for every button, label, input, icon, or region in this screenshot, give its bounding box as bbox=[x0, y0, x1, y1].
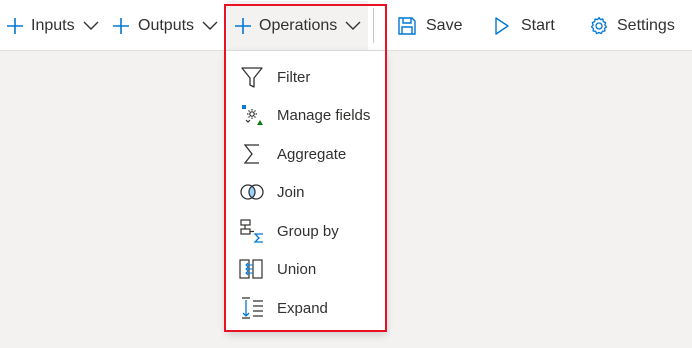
sigma-icon bbox=[239, 141, 265, 167]
menu-item-label: Aggregate bbox=[277, 145, 347, 163]
filter-icon bbox=[239, 64, 265, 90]
menu-item-manage-fields[interactable]: Manage fields bbox=[226, 96, 386, 134]
save-button[interactable]: Save bbox=[397, 0, 462, 51]
inputs-label: Inputs bbox=[31, 16, 75, 34]
join-icon bbox=[239, 179, 265, 205]
menu-item-label: Group by bbox=[277, 222, 339, 240]
chevron-down-icon bbox=[345, 21, 361, 31]
settings-button[interactable]: Settings bbox=[589, 0, 675, 51]
plus-icon bbox=[6, 17, 24, 35]
group-by-icon bbox=[239, 218, 265, 244]
inputs-button[interactable]: Inputs bbox=[0, 0, 99, 51]
menu-item-filter[interactable]: Filter bbox=[226, 58, 386, 96]
menu-item-aggregate[interactable]: Aggregate bbox=[226, 135, 386, 173]
menu-item-group-by[interactable]: Group by bbox=[226, 212, 386, 250]
plus-icon bbox=[112, 17, 130, 35]
toolbar: Inputs Outputs Operations Save Start Set… bbox=[0, 0, 692, 51]
chevron-down-icon bbox=[83, 21, 99, 31]
menu-item-label: Join bbox=[277, 183, 305, 201]
menu-item-label: Filter bbox=[277, 68, 311, 86]
save-icon bbox=[397, 16, 417, 36]
operations-dropdown-menu: Filter Manage fields Aggregate Join Grou… bbox=[226, 51, 386, 332]
start-label: Start bbox=[521, 16, 555, 34]
operations-button[interactable]: Operations bbox=[227, 1, 368, 50]
menu-item-label: Manage fields bbox=[277, 106, 371, 124]
outputs-button[interactable]: Outputs bbox=[112, 0, 218, 51]
play-icon bbox=[494, 16, 510, 36]
settings-label: Settings bbox=[617, 16, 675, 34]
start-button[interactable]: Start bbox=[494, 0, 555, 51]
chevron-down-icon bbox=[202, 21, 218, 31]
menu-item-union[interactable]: Union bbox=[226, 250, 386, 288]
manage-fields-icon bbox=[239, 102, 265, 128]
menu-item-join[interactable]: Join bbox=[226, 173, 386, 211]
menu-item-label: Union bbox=[277, 260, 317, 278]
menu-item-expand[interactable]: Expand bbox=[226, 289, 386, 327]
outputs-label: Outputs bbox=[138, 16, 195, 34]
plus-icon bbox=[234, 17, 252, 35]
toolbar-divider bbox=[373, 8, 374, 43]
menu-item-label: Expand bbox=[277, 299, 328, 317]
gear-icon bbox=[589, 16, 609, 36]
union-icon bbox=[239, 256, 265, 282]
operations-label: Operations bbox=[259, 16, 338, 34]
expand-icon bbox=[239, 295, 265, 321]
save-label: Save bbox=[426, 16, 463, 34]
